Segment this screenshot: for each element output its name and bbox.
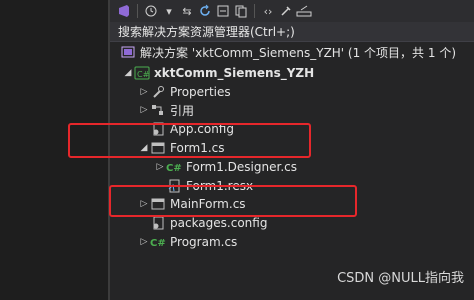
vs-icon[interactable]: [116, 3, 132, 19]
csharp-icon: C#: [150, 234, 166, 250]
expand-arrow-icon[interactable]: ◢: [122, 68, 134, 78]
tree-item-references[interactable]: ▷ 引用: [138, 100, 194, 120]
sync-icon[interactable]: ⇆: [179, 3, 195, 19]
properties-icon[interactable]: [278, 3, 294, 19]
collapse-arrow-icon[interactable]: ▷: [154, 162, 166, 172]
tree-item-project[interactable]: ◢ C# xktComm_Siemens_YZH: [122, 63, 315, 83]
collapse-icon[interactable]: [215, 3, 231, 19]
code-icon[interactable]: ‹›: [260, 3, 276, 19]
svg-text:C#: C#: [166, 163, 182, 174]
highlight-box-form1: [68, 123, 311, 158]
tree-item-label: Form1.Designer.cs: [186, 160, 297, 174]
config-icon: [150, 215, 166, 231]
svg-text:C#: C#: [137, 70, 150, 79]
tree-item-form1-designer[interactable]: ▷ C# Form1.Designer.cs: [154, 157, 297, 177]
tree-item-label: 引用: [170, 103, 195, 118]
csharp-icon: C#: [166, 159, 182, 175]
collapse-arrow-icon[interactable]: ▷: [138, 87, 150, 97]
history-icon[interactable]: [143, 3, 159, 19]
tree-item-solution[interactable]: 解决方案 'xktComm_Siemens_YZH' (1 个项目，共 1 个): [120, 42, 456, 62]
chevron-down-icon[interactable]: ▾: [161, 3, 177, 19]
collapse-arrow-icon[interactable]: ▷: [138, 237, 150, 247]
project-label: xktComm_Siemens_YZH: [154, 66, 315, 80]
tree-item-label: Properties: [170, 85, 231, 99]
references-icon: [150, 102, 166, 118]
search-input[interactable]: 搜索解决方案资源管理器(Ctrl+;): [110, 22, 474, 42]
refresh-icon[interactable]: [197, 3, 213, 19]
solution-icon: [120, 44, 136, 60]
explorer-toolbar: ▾ ⇆ ‹›: [110, 0, 474, 22]
watermark: CSDN @NULL指向我: [337, 271, 464, 286]
tree-item-label: Program.cs: [170, 235, 238, 249]
svg-text:C#: C#: [150, 238, 166, 249]
toolbar-separator: [254, 4, 255, 18]
tree-item-properties[interactable]: ▷ Properties: [138, 82, 231, 102]
highlight-box-mainform: [109, 185, 357, 217]
preview-icon[interactable]: [296, 3, 312, 19]
tree-item-program[interactable]: ▷ C# Program.cs: [138, 232, 238, 252]
search-placeholder: 搜索解决方案资源管理器(Ctrl+;): [118, 25, 295, 39]
collapse-arrow-icon[interactable]: ▷: [138, 105, 150, 115]
show-all-files-icon[interactable]: [233, 3, 249, 19]
toolbar-separator: [137, 4, 138, 18]
tree-item-label: packages.config: [170, 216, 268, 230]
wrench-icon: [150, 84, 166, 100]
solution-label: 解决方案 'xktComm_Siemens_YZH' (1 个项目，共 1 个): [140, 45, 456, 60]
csharp-project-icon: C#: [134, 65, 150, 81]
